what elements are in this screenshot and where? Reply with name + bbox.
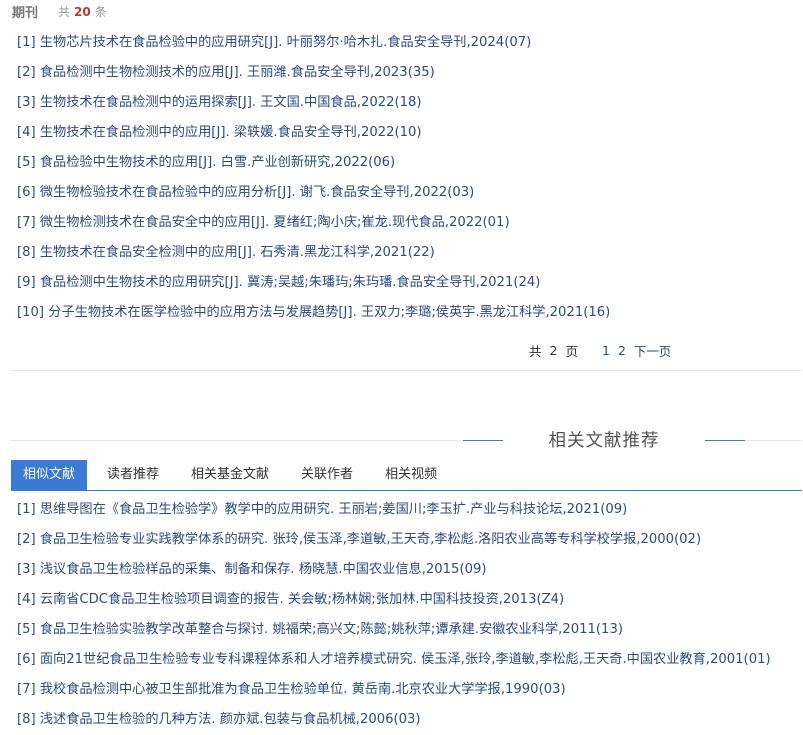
count-number: 20 [74,4,91,19]
list-item[interactable]: [3] 生物技术在食品检测中的运用探索[J]. 王文国.中国食品,2022(18… [17,88,610,118]
section-line-left-accent [463,440,503,441]
journal-list: [1] 生物芯片技术在食品检验中的应用研究[J]. 叶丽努尔·哈木扎.食品安全导… [17,28,610,328]
page-2-link[interactable]: 2 [618,343,626,358]
list-item[interactable]: [1] 生物芯片技术在食品检验中的应用研究[J]. 叶丽努尔·哈木扎.食品安全导… [17,28,610,58]
list-item[interactable]: [4] 云南省CDC食品卫生检验项目调查的报告. 关会敏;杨林娴;张加林.中国科… [17,585,771,615]
related-section-title: 相关文献推荐 [548,431,660,451]
tab-related-fund[interactable]: 相关基金文献 [179,460,281,490]
tab-related-authors[interactable]: 关联作者 [289,460,365,490]
list-item[interactable]: [6] 面向21世纪食品卫生检验专业专科课程体系和人才培养模式研究. 侯玉泽,张… [17,645,771,675]
total-pages: 2 [549,342,558,358]
divider [11,370,802,371]
list-item[interactable]: [2] 食品检测中生物检测技术的应用[J]. 王丽潍.食品安全导刊,2023(3… [17,58,610,88]
tab-reader-recommend[interactable]: 读者推荐 [95,460,171,490]
next-page-link[interactable]: 下一页 [634,341,672,360]
list-item[interactable]: [8] 浅述食品卫生检验的几种方法. 颜亦斌.包装与食品机械,2006(03) [17,705,771,735]
tab-similar-literature[interactable]: 相似文献 [11,460,88,490]
list-item[interactable]: [8] 生物技术在食品安全检测中的应用[J]. 石秀清.黑龙江科学,2021(2… [17,238,610,268]
list-item[interactable]: [5] 食品卫生检验实验教学改革整合与探讨. 姚福荣;高兴文;陈懿;姚秋萍;谭承… [17,615,771,645]
list-item[interactable]: [10] 分子生物技术在医学检验中的应用方法与发展趋势[J]. 王双力;李璐;侯… [17,298,610,328]
journal-header: 期刊 共 20 条 [12,2,107,21]
pagination: 共 2 页 1 2 下一页 [529,341,672,360]
page-1-link[interactable]: 1 [602,343,610,358]
list-item[interactable]: [9] 食品检测中生物技术的应用研究[J]. 冀涛;吴越;朱璠玙;朱玙璠.食品安… [17,268,610,298]
result-count: 共 20 条 [58,4,107,19]
section-line-left [11,440,503,441]
related-list: [1] 思维导图在《食品卫生检验学》教学中的应用研究. 王丽岩;姜国川;李玉扩.… [17,495,771,735]
related-tabs: 相似文献 读者推荐 相关基金文献 关联作者 相关视频 [11,460,802,491]
list-item[interactable]: [4] 生物技术在食品检测中的应用[J]. 梁轶媛.食品安全导刊,2022(10… [17,118,610,148]
section-line-right-accent [705,440,745,441]
list-item[interactable]: [2] 食品卫生检验专业实践教学体系的研究. 张玲,侯玉泽,李道敏,王天奇,李松… [17,525,771,555]
list-item[interactable]: [3] 浅议食品卫生检验样品的采集、制备和保存. 杨晓慧.中国农业信息,2015… [17,555,771,585]
tab-related-videos[interactable]: 相关视频 [373,460,449,490]
list-item[interactable]: [6] 微生物检验技术在食品检验中的应用分析[J]. 谢飞.食品安全导刊,202… [17,178,610,208]
list-item[interactable]: [5] 食品检验中生物技术的应用[J]. 白雪.产业创新研究,2022(06) [17,148,610,178]
list-item[interactable]: [7] 微生物检测技术在食品安全中的应用[J]. 夏绪红;陶小庆;崔龙.现代食品… [17,208,610,238]
list-item[interactable]: [7] 我校食品检测中心被卫生部批准为食品卫生检验单位. 黄岳南.北京农业大学学… [17,675,771,705]
section-title-journal: 期刊 [12,5,39,21]
list-item[interactable]: [1] 思维导图在《食品卫生检验学》教学中的应用研究. 王丽岩;姜国川;李玉扩.… [17,495,771,525]
